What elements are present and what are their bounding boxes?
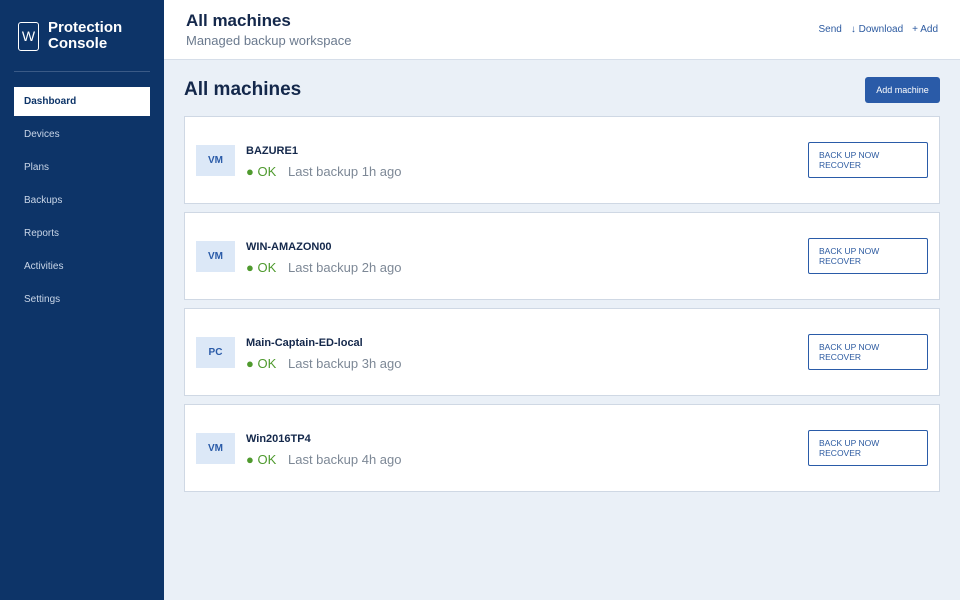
download-link[interactable]: ↓ Download — [851, 24, 903, 35]
machine-actions: BACK UP NOW RECOVER — [808, 238, 928, 274]
status-badge: ● OK — [246, 260, 277, 275]
machine-name: Win2016TP4 — [246, 433, 311, 445]
machine-name: Main-Captain-ED-local — [246, 337, 363, 349]
recover-button[interactable]: RECOVER — [819, 256, 917, 266]
last-backup-text: Last backup 3h ago — [288, 356, 402, 371]
recover-button[interactable]: RECOVER — [819, 352, 917, 362]
header-actions: Send ↓ Download + Add — [819, 24, 938, 35]
status-badge: ● OK — [246, 452, 277, 467]
machine-actions: BACK UP NOW RECOVER — [808, 334, 928, 370]
header-title: All machines — [186, 11, 291, 30]
sidebar-item-backups[interactable]: Backups — [14, 186, 150, 215]
last-backup-text: Last backup 1h ago — [288, 164, 402, 179]
add-link[interactable]: + Add — [912, 24, 938, 35]
machine-type-badge: PC — [196, 337, 235, 368]
sidebar-item-activities[interactable]: Activities — [14, 252, 150, 281]
machine-actions: BACK UP NOW RECOVER — [808, 142, 928, 178]
recover-button[interactable]: RECOVER — [819, 448, 917, 458]
machine-name: BAZURE1 — [246, 145, 298, 157]
brand-logo-icon: W — [18, 21, 39, 51]
sidebar-item-plans[interactable]: Plans — [14, 153, 150, 182]
page-title: All machines — [184, 79, 302, 100]
status-badge: ● OK — [246, 164, 277, 179]
top-header: All machines Managed backup workspace Se… — [164, 0, 960, 60]
sidebar-divider — [14, 71, 150, 72]
back-up-now-button[interactable]: BACK UP NOW — [819, 246, 917, 256]
back-up-now-button[interactable]: BACK UP NOW — [819, 342, 917, 352]
machine-card: VM BAZURE1 ● OK Last backup 1h ago BACK … — [184, 116, 940, 204]
machine-card: VM Win2016TP4 ● OK Last backup 4h ago BA… — [184, 404, 940, 492]
header-subtitle: Managed backup workspace — [186, 33, 352, 48]
last-backup-text: Last backup 2h ago — [288, 260, 402, 275]
machine-list: VM BAZURE1 ● OK Last backup 1h ago BACK … — [184, 116, 940, 500]
machine-type-badge: VM — [196, 241, 235, 272]
sidebar-item-reports[interactable]: Reports — [14, 219, 150, 248]
machine-card: PC Main-Captain-ED-local ● OK Last backu… — [184, 308, 940, 396]
sidebar-nav: Dashboard Devices Plans Backups Reports … — [14, 87, 150, 318]
brand-name: Protection Console — [48, 19, 123, 52]
sidebar-item-settings[interactable]: Settings — [14, 285, 150, 314]
machine-type-badge: VM — [196, 433, 235, 464]
sidebar: W Protection Console Dashboard Devices P… — [0, 0, 164, 600]
machine-card: VM WIN-AMAZON00 ● OK Last backup 2h ago … — [184, 212, 940, 300]
back-up-now-button[interactable]: BACK UP NOW — [819, 438, 917, 448]
back-up-now-button[interactable]: BACK UP NOW — [819, 150, 917, 160]
machine-actions: BACK UP NOW RECOVER — [808, 430, 928, 466]
machine-type-badge: VM — [196, 145, 235, 176]
last-backup-text: Last backup 4h ago — [288, 452, 402, 467]
sidebar-item-dashboard[interactable]: Dashboard — [14, 87, 150, 116]
sidebar-item-devices[interactable]: Devices — [14, 120, 150, 149]
send-link[interactable]: Send — [819, 24, 842, 35]
recover-button[interactable]: RECOVER — [819, 160, 917, 170]
add-machine-button[interactable]: Add machine — [865, 77, 940, 103]
machine-name: WIN-AMAZON00 — [246, 241, 332, 253]
brand: W Protection Console — [18, 18, 158, 54]
status-badge: ● OK — [246, 356, 277, 371]
